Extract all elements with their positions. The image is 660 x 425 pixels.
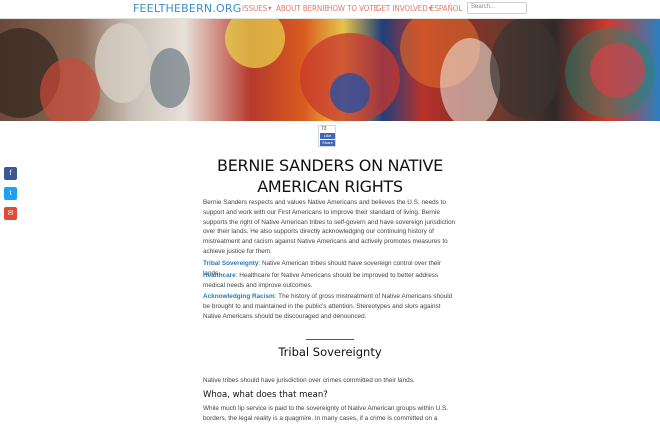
search-input[interactable]: Search... [467, 2, 527, 14]
nav-item-label: ISSUES [242, 4, 268, 13]
top-nav: FEELTHEBERN.ORG ISSUES▼ ABOUT BERNIE HOW… [0, 0, 660, 19]
facebook-share-widget: 73 Like Share [318, 125, 336, 147]
acknowledging-racism-link[interactable]: Acknowledging Racism [203, 293, 275, 300]
section-title: Tribal Sovereignty [278, 345, 382, 359]
sub-paragraph: While much lip service is paid to the so… [203, 405, 449, 422]
site-logo[interactable]: FEELTHEBERN.ORG [133, 2, 241, 15]
caret-down-icon: ▼ [268, 6, 272, 12]
nav-item-issues[interactable]: ISSUES▼ [242, 4, 272, 13]
facebook-share-button[interactable]: Share [320, 140, 335, 146]
nav-item-label: ESPAÑOL [430, 4, 463, 13]
tribal-sovereignty-link[interactable]: Tribal Sovereignty [203, 260, 258, 267]
facebook-like-button[interactable]: Like [320, 133, 335, 139]
page-title: Bernie Sanders on Native American Rights [217, 156, 443, 196]
facebook-share-side-button[interactable]: f [4, 167, 17, 180]
section-lead: Native tribes should have jurisdiction o… [203, 377, 415, 384]
point-acknowledging-racism: Acknowledging Racism: The history of gro… [203, 292, 458, 321]
nav-item-espanol[interactable]: ESPAÑOL [430, 4, 462, 13]
email-share-side-button[interactable]: ✉ [4, 207, 17, 220]
point-text: : Healthcare for Native Americans should… [203, 272, 439, 289]
point-healthcare: Healthcare: Healthcare for Native Americ… [203, 271, 458, 291]
nav-item-how-to-vote[interactable]: HOW TO VOTE [327, 4, 378, 13]
nav-item-label: HOW TO VOTE [327, 4, 379, 13]
nav-item-label: ABOUT BERNIE [276, 4, 329, 13]
nav-item-get-involved[interactable]: GET INVOLVED▼ [376, 4, 432, 13]
share-count: 73 [321, 126, 327, 132]
twitter-icon: t [9, 190, 12, 197]
intro-paragraph: Bernie Sanders respects and values Nativ… [203, 199, 456, 255]
email-icon: ✉ [7, 210, 14, 217]
section-divider [306, 339, 354, 340]
nav-item-about-bernie[interactable]: ABOUT BERNIE [276, 4, 329, 13]
healthcare-link[interactable]: Healthcare [203, 272, 236, 279]
twitter-share-side-button[interactable]: t [4, 187, 17, 200]
hero-image [0, 18, 660, 121]
facebook-icon: f [9, 170, 12, 177]
sub-heading: Whoa, what does that mean? [203, 390, 328, 400]
nav-item-label: GET INVOLVED [376, 4, 428, 13]
